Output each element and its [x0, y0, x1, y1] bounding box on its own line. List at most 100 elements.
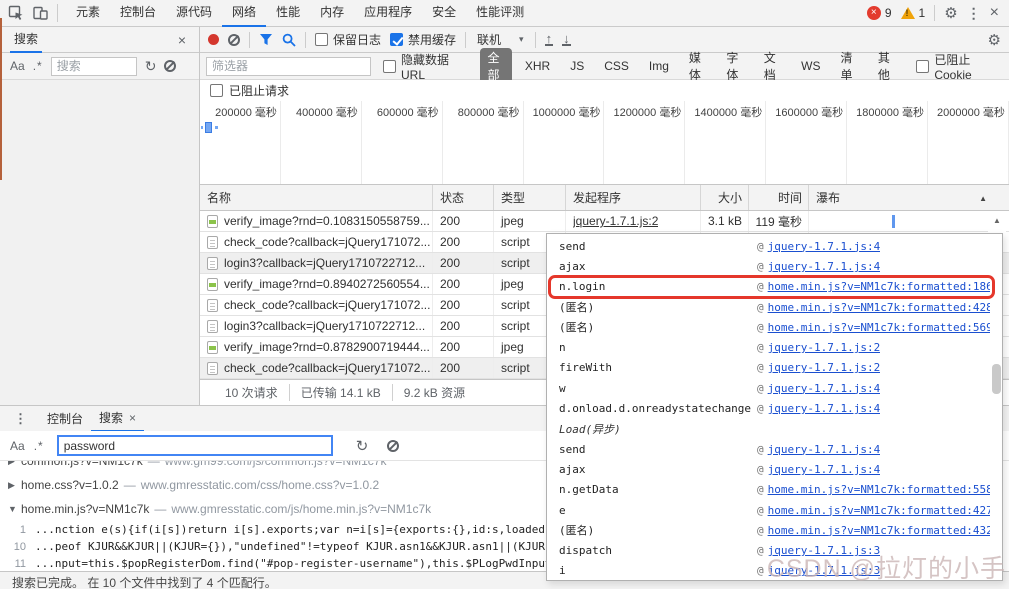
- frame-source-link[interactable]: home.min.js?v=NM1c7k:formatted:186: [768, 280, 990, 293]
- tab-network-search[interactable]: 搜索: [10, 27, 42, 53]
- resource-type-filter[interactable]: 媒体: [682, 48, 713, 84]
- close-icon[interactable]: ×: [129, 406, 136, 430]
- frame-source-link[interactable]: jquery-1.7.1.js:4: [768, 260, 881, 273]
- resource-type-filter[interactable]: 字体: [719, 48, 750, 84]
- main-tab[interactable]: 元素: [66, 0, 110, 27]
- column-header-type[interactable]: 类型: [493, 185, 565, 210]
- main-tab[interactable]: 应用程序: [354, 0, 422, 27]
- resource-type-filter[interactable]: WS: [794, 58, 827, 74]
- stack-frame-row[interactable]: n.login @home.min.js?v=NM1c7k:formatted:…: [547, 277, 1002, 297]
- frame-source-link[interactable]: home.min.js?v=NM1c7k:formatted:4273: [768, 504, 990, 517]
- regex-toggle[interactable]: .*: [33, 59, 43, 73]
- initiator-link[interactable]: jquery-1.7.1.js:2: [573, 214, 658, 228]
- stack-frame-row[interactable]: (匿名) @home.min.js?v=NM1c7k:formatted:428…: [547, 297, 1002, 317]
- stack-frame-row[interactable]: w @jquery-1.7.1.js:4: [547, 378, 1002, 398]
- clear-search-icon[interactable]: [387, 440, 399, 452]
- frame-source-link[interactable]: home.min.js?v=NM1c7k:formatted:4289: [768, 301, 990, 314]
- expand-caret-icon[interactable]: ▼: [8, 504, 21, 514]
- column-header-name[interactable]: 名称: [200, 185, 432, 210]
- match-case-toggle[interactable]: Aa: [10, 59, 25, 73]
- match-case-toggle[interactable]: Aa: [10, 439, 25, 453]
- stack-frame-row[interactable]: send @jquery-1.7.1.js:4: [547, 439, 1002, 459]
- sort-ascending-icon[interactable]: ▲: [979, 194, 987, 203]
- resource-type-filter[interactable]: CSS: [597, 58, 636, 74]
- frame-source-link[interactable]: jquery-1.7.1.js:4: [768, 240, 881, 253]
- warning-badge[interactable]: 1: [901, 6, 926, 20]
- frame-source-link[interactable]: jquery-1.7.1.js:2: [768, 341, 881, 354]
- frame-source-link[interactable]: jquery-1.7.1.js:4: [768, 382, 881, 395]
- hide-data-urls-checkbox[interactable]: 隐藏数据 URL: [383, 51, 468, 82]
- error-badge[interactable]: 9: [867, 6, 892, 20]
- main-tab[interactable]: 源代码: [166, 0, 222, 27]
- frame-source-link[interactable]: jquery-1.7.1.js:4: [768, 463, 881, 476]
- network-search-icon[interactable]: [282, 33, 296, 47]
- disable-cache-checkbox[interactable]: 禁用缓存: [390, 31, 456, 48]
- stack-frame-row[interactable]: ajax @jquery-1.7.1.js:4: [547, 459, 1002, 479]
- resource-type-filter[interactable]: 清单: [833, 48, 864, 84]
- close-devtools-icon[interactable]: ×: [990, 4, 999, 22]
- blocked-requests-checkbox[interactable]: 已阻止请求: [200, 80, 1009, 101]
- resource-type-filter[interactable]: Img: [642, 58, 676, 74]
- expand-caret-icon[interactable]: ▶: [8, 461, 21, 467]
- frame-source-link[interactable]: home.min.js?v=NM1c7k:formatted:558: [768, 483, 990, 496]
- frame-source-link[interactable]: jquery-1.7.1.js:4: [768, 402, 881, 415]
- popup-scrollbar-thumb[interactable]: [992, 364, 1001, 394]
- export-har-icon[interactable]: ↓: [562, 33, 571, 46]
- import-har-icon[interactable]: ↑: [545, 33, 554, 46]
- refresh-search-icon[interactable]: ↻: [145, 58, 157, 75]
- filter-input[interactable]: [206, 57, 371, 76]
- main-tab[interactable]: 安全: [422, 0, 466, 27]
- preserve-log-checkbox[interactable]: 保留日志: [315, 31, 381, 48]
- table-scrollbar[interactable]: ▲: [988, 211, 1006, 233]
- main-tab[interactable]: 控制台: [110, 0, 166, 27]
- resource-type-filter[interactable]: 其他: [871, 48, 902, 84]
- network-overview-timeline[interactable]: 200000 毫秒400000 毫秒600000 毫秒800000 毫秒1000…: [200, 101, 1009, 185]
- frame-source-link[interactable]: jquery-1.7.1.js:2: [768, 361, 881, 374]
- stack-frame-row[interactable]: (匿名) @home.min.js?v=NM1c7k:formatted:569: [547, 317, 1002, 337]
- column-header-time[interactable]: 时间: [748, 185, 808, 210]
- network-settings-gear-icon[interactable]: ⚙: [988, 31, 1001, 49]
- device-toolbar-icon[interactable]: [32, 5, 49, 21]
- main-tab[interactable]: 内存: [310, 0, 354, 27]
- filter-funnel-icon[interactable]: [259, 33, 273, 46]
- stack-frame-row[interactable]: n.getData @home.min.js?v=NM1c7k:formatte…: [547, 480, 1002, 500]
- drawer-tab[interactable]: 搜索 ×: [91, 406, 144, 432]
- main-tab[interactable]: 网络: [222, 0, 266, 27]
- stack-frame-row[interactable]: e @home.min.js?v=NM1c7k:formatted:4273: [547, 500, 1002, 520]
- resource-type-filter[interactable]: JS: [563, 58, 591, 74]
- stack-frame-row[interactable]: n @jquery-1.7.1.js:2: [547, 337, 1002, 357]
- expand-caret-icon[interactable]: ▶: [8, 480, 21, 491]
- inspect-element-icon[interactable]: [8, 5, 24, 21]
- network-search-input[interactable]: [51, 57, 137, 76]
- frame-source-link[interactable]: home.min.js?v=NM1c7k:formatted:569: [768, 321, 990, 334]
- main-tab[interactable]: 性能: [266, 0, 310, 27]
- clear-network-log-icon[interactable]: [228, 34, 240, 46]
- column-header-size[interactable]: 大小: [700, 185, 748, 210]
- clear-search-icon[interactable]: [164, 60, 176, 72]
- drawer-menu-icon[interactable]: ⋮: [0, 411, 39, 427]
- refresh-search-icon[interactable]: ↻: [356, 437, 369, 455]
- frame-source-link[interactable]: jquery-1.7.1.js:4: [768, 443, 881, 456]
- scrollbar-up-icon[interactable]: ▲: [993, 216, 1001, 225]
- resource-type-filter[interactable]: 文档: [757, 48, 788, 84]
- resource-type-filter[interactable]: XHR: [518, 58, 557, 74]
- resource-type-filter[interactable]: 全部: [480, 48, 511, 84]
- close-search-pane-icon[interactable]: ×: [178, 32, 186, 48]
- main-tab[interactable]: 性能评测: [466, 0, 534, 27]
- stack-frame-row[interactable]: Load(异步) @: [547, 419, 1002, 439]
- pane-divider[interactable]: [199, 27, 200, 405]
- drawer-tab[interactable]: 控制台 ×: [39, 406, 91, 432]
- column-header-status[interactable]: 状态: [432, 185, 493, 210]
- stack-frame-row[interactable]: ajax @jquery-1.7.1.js:4: [547, 256, 1002, 276]
- blocked-cookies-checkbox[interactable]: 已阻止 Cookie: [916, 51, 1003, 82]
- column-header-initiator[interactable]: 发起程序: [565, 185, 700, 210]
- settings-gear-icon[interactable]: ⚙: [944, 4, 957, 22]
- record-network-log-button[interactable]: [208, 34, 219, 45]
- throttling-select[interactable]: 联机 ▾: [475, 31, 526, 48]
- stack-frame-row[interactable]: (匿名) @home.min.js?v=NM1c7k:formatted:432…: [547, 520, 1002, 540]
- frame-source-link[interactable]: home.min.js?v=NM1c7k:formatted:4328: [768, 524, 990, 537]
- table-row[interactable]: verify_image?rnd=0.1083150558759... 200 …: [200, 211, 1009, 232]
- global-search-input[interactable]: [57, 435, 333, 456]
- regex-toggle[interactable]: .*: [34, 439, 44, 453]
- stack-frame-row[interactable]: send @jquery-1.7.1.js:4: [547, 236, 1002, 256]
